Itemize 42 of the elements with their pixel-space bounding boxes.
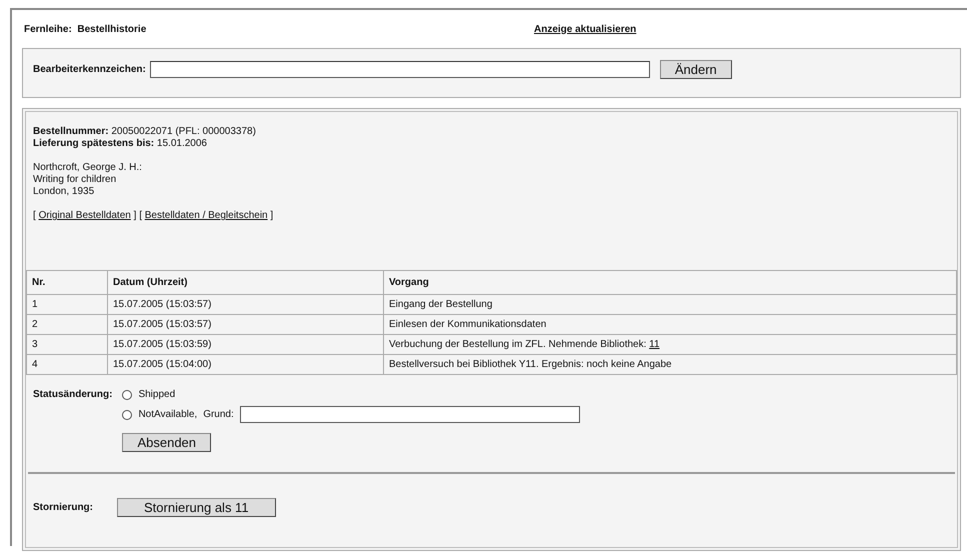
page-title: Fernleihe: Bestellhistorie <box>24 24 148 34</box>
bracket-text: [ <box>33 210 36 221</box>
table-cell: 15.07.2005 (15:03:57) <box>108 294 384 314</box>
column-header: Vorgang <box>384 270 956 294</box>
table-cell: Bestellversuch bei Bibliothek Y11. Ergebnis: noch keine Angabe <box>384 354 956 374</box>
citation-line: Writing for children <box>33 174 118 186</box>
refresh-link[interactable]: Anzeige aktualisieren <box>534 24 636 34</box>
table-cell: 15.07.2005 (15:03:57) <box>108 314 384 334</box>
cancel-label: Stornierung: <box>33 502 93 513</box>
cancel-button[interactable]: Stornierung als 11 <box>117 498 276 517</box>
delivery-deadline: Lieferung spätestens bis: 15.01.2006 <box>33 138 208 150</box>
table-cell: 2 <box>26 314 108 334</box>
radio-label: Shipped <box>138 389 176 400</box>
status-label: Statusänderung: <box>33 389 112 402</box>
change-button[interactable]: Ändern <box>660 60 732 78</box>
order-number: Bestellnummer: 20050022071 (PFL: 000003378) <box>33 126 257 138</box>
table-cell: Einlesen der Kommunikationsdaten <box>384 314 956 334</box>
citation-line: London, 1935 <box>33 186 96 198</box>
reason-field[interactable] <box>240 406 580 423</box>
column-header: Datum (Uhrzeit) <box>108 270 384 294</box>
bracket-text: ] <box>270 210 274 221</box>
column-header: Nr. <box>26 270 108 294</box>
input-field[interactable] <box>150 60 650 78</box>
table-cell-text: Verbuchung der Bestellung im ZFL. Nehmende Bibliothek: <box>389 339 646 350</box>
radio-button[interactable] <box>122 390 132 400</box>
table-cell: 15.07.2005 (15:04:00) <box>108 354 384 374</box>
field-label: Bearbeiterkennzeichen: <box>33 64 146 74</box>
submit-button[interactable]: Absenden <box>122 433 212 452</box>
order-link[interactable]: Bestelldaten / Begleitschein <box>144 210 268 221</box>
table-cell: 4 <box>26 354 108 374</box>
radio-button[interactable] <box>122 410 132 420</box>
library-link[interactable]: 11 <box>649 339 660 350</box>
table-cell: 15.07.2005 (15:03:59) <box>108 334 384 354</box>
order-link[interactable]: Original Bestelldaten <box>38 210 131 221</box>
table-cell: 3 <box>26 334 108 354</box>
bracket-text: [ <box>139 210 142 221</box>
table-cell: Eingang der Bestellung <box>384 294 956 314</box>
citation-line: Northcroft, George J. H.: <box>33 162 143 174</box>
radio-label: NotAvailable, <box>138 409 198 420</box>
reason-label: Grund: <box>203 409 234 420</box>
bracket-text: ] <box>134 210 136 221</box>
table-cell: 1 <box>26 294 108 314</box>
